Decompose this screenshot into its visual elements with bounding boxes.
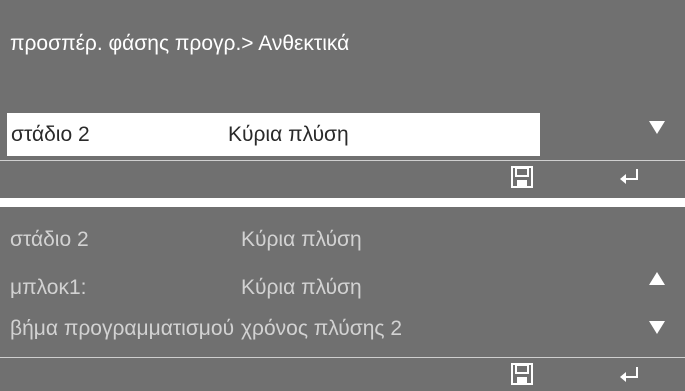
footer-divider <box>0 160 685 161</box>
scroll-down-icon[interactable] <box>647 118 667 136</box>
program-skip-panel: προσπέρ. φάσης προγρ.> Ανθεκτικά στάδιο … <box>0 0 685 198</box>
stage-details-panel: στάδιο 2 Κύρια πλύση μπλοκ1: Κύρια πλύση… <box>0 207 685 391</box>
row-label: βήμα προγραμματισμού <box>10 317 235 340</box>
scroll-up-icon[interactable] <box>647 270 667 288</box>
row-value: Κύρια πλύση <box>241 228 362 251</box>
footer-divider <box>0 357 685 358</box>
stage-label: στάδιο 2 <box>11 123 90 146</box>
header-title: προσπέρ. φάσης προγρ.> Ανθεκτικά <box>10 32 350 55</box>
save-icon[interactable] <box>510 165 534 189</box>
selected-stage-row[interactable]: στάδιο 2 Κύρια πλύση <box>7 113 540 156</box>
row-label: στάδιο 2 <box>10 228 89 251</box>
return-arrow-icon[interactable] <box>617 364 643 386</box>
row-label: μπλοκ1: <box>10 276 87 299</box>
save-icon[interactable] <box>510 362 534 386</box>
scroll-down-icon[interactable] <box>647 318 667 336</box>
row-value: Κύρια πλύση <box>241 276 362 299</box>
row-value: χρόνος πλύσης 2 <box>241 317 403 340</box>
stage-value: Κύρια πλύση <box>228 123 349 146</box>
return-arrow-icon[interactable] <box>617 166 643 188</box>
